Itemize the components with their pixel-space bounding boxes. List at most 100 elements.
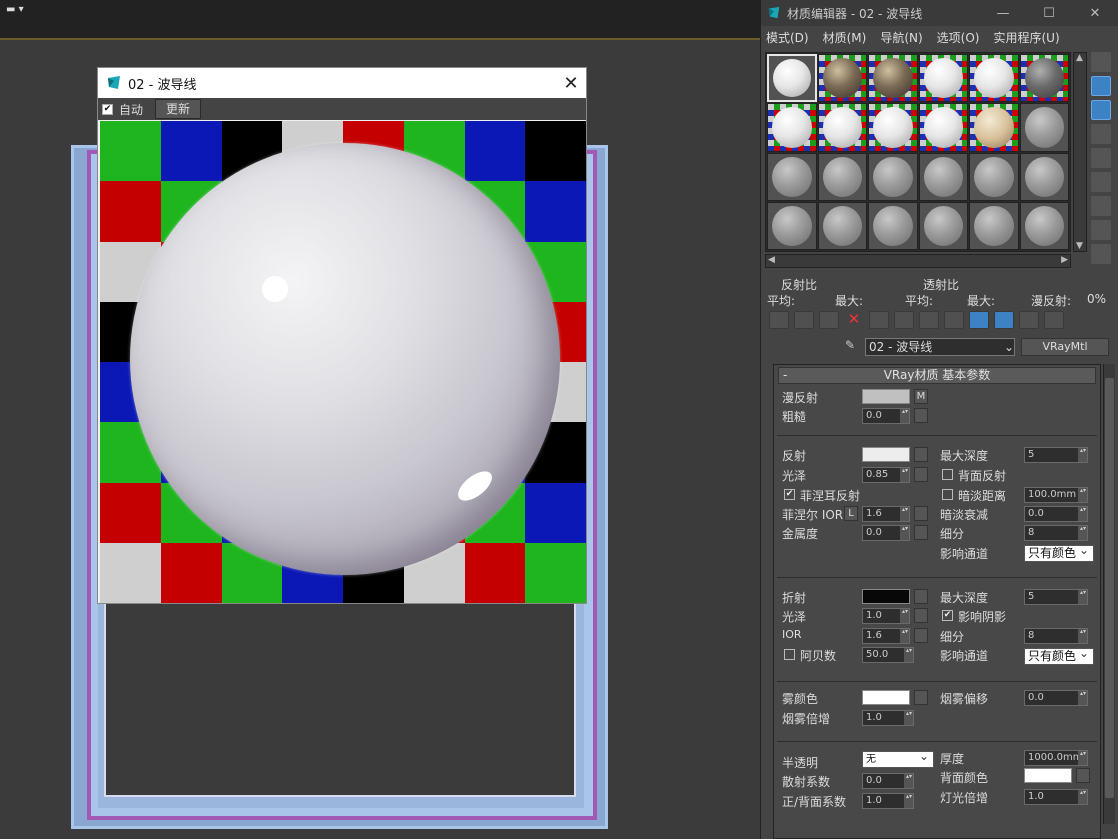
put-to-scene-icon[interactable] [794, 311, 814, 329]
background-checker-icon[interactable] [1091, 100, 1111, 120]
fresnel-checkbox[interactable]: ✔ [784, 489, 795, 500]
refraction-color-swatch[interactable] [862, 589, 910, 604]
sample-slot[interactable] [868, 54, 918, 103]
copy-material-icon[interactable] [869, 311, 889, 329]
fog-multiplier-spinner[interactable]: 1.0 [862, 710, 914, 726]
fog-color-swatch[interactable] [862, 690, 910, 705]
metalness-map-button[interactable] [914, 525, 928, 540]
sample-slot[interactable] [1019, 152, 1069, 201]
update-button[interactable]: 更新 [155, 99, 202, 119]
refract-gloss-spinner[interactable]: 1.0 [862, 608, 910, 624]
scroll-left-icon[interactable]: ◀ [768, 255, 775, 265]
sample-slot[interactable] [918, 201, 968, 250]
menu-mode[interactable]: 模式(D) [766, 29, 809, 46]
sample-type-icon[interactable] [1091, 52, 1111, 72]
refract-gloss-map-button[interactable] [914, 608, 928, 623]
back-color-swatch[interactable] [1024, 768, 1072, 783]
refract-max-depth-spinner[interactable]: 5 [1024, 589, 1088, 605]
translucency-select[interactable]: 无 [862, 749, 934, 768]
get-material-icon[interactable] [769, 311, 789, 329]
maximize-button[interactable]: ☐ [1026, 6, 1072, 21]
rollout-scroll-thumb[interactable] [1105, 378, 1114, 798]
sample-slot[interactable] [817, 103, 867, 152]
show-shaded-material-icon[interactable] [969, 311, 989, 329]
put-to-library-icon[interactable] [919, 311, 939, 329]
sample-slot[interactable] [918, 54, 968, 103]
editor-close-button[interactable]: ✕ [1072, 6, 1118, 21]
make-preview-icon[interactable] [1091, 172, 1111, 192]
sample-slot[interactable] [868, 201, 918, 250]
reflection-color-swatch[interactable] [862, 447, 910, 462]
sample-slot[interactable] [767, 103, 817, 152]
fog-bias-spinner[interactable]: 0.0 [1024, 690, 1088, 706]
auto-checkbox[interactable]: ✔ [102, 103, 113, 115]
reflect-gloss-map-button[interactable] [914, 467, 928, 482]
preview-close-button[interactable]: ✕ [556, 68, 586, 98]
slots-horizontal-scrollbar[interactable]: ◀ ▶ [765, 254, 1071, 268]
sample-slot[interactable] [817, 201, 867, 250]
affect-shadows-checkbox[interactable]: ✔ [942, 610, 953, 621]
ior-map-button[interactable] [914, 628, 928, 643]
sample-slot[interactable] [1019, 103, 1069, 152]
viewport-menu-icon[interactable]: ▬ ▾ [6, 4, 28, 16]
minimize-button[interactable]: — [980, 6, 1026, 21]
dim-falloff-spinner[interactable]: 0.0 [1024, 506, 1088, 522]
rollout-scrollbar[interactable] [1103, 364, 1115, 824]
sample-slot[interactable] [1019, 54, 1069, 103]
fresnel-ior-map-button[interactable] [914, 506, 928, 521]
sample-slot[interactable] [918, 103, 968, 152]
abbe-checkbox[interactable] [784, 649, 795, 660]
abbe-spinner[interactable]: 50.0 [862, 647, 914, 663]
diffuse-color-swatch[interactable] [862, 389, 910, 404]
assign-to-selection-icon[interactable] [819, 311, 839, 329]
ior-spinner[interactable]: 1.6 [862, 628, 910, 644]
slots-vertical-scrollbar[interactable]: ▲ ▼ [1073, 52, 1087, 252]
sample-slot[interactable] [767, 201, 817, 250]
menu-material[interactable]: 材质(M) [823, 29, 867, 46]
sample-slot[interactable] [969, 103, 1019, 152]
rollout-header[interactable]: - VRay材质 基本参数 [778, 367, 1096, 384]
material-navigator-icon[interactable] [1091, 244, 1111, 264]
refract-affect-channels-select[interactable]: 只有颜色 [1024, 646, 1094, 665]
sample-slot[interactable] [817, 54, 867, 103]
material-type-button[interactable]: VRayMtl [1021, 338, 1109, 356]
refraction-map-button[interactable] [914, 589, 928, 604]
reflect-affect-channels-select[interactable]: 只有颜色 [1024, 543, 1094, 562]
sample-slot[interactable] [767, 152, 817, 201]
metalness-spinner[interactable]: 0.0 [862, 525, 910, 541]
collapse-icon[interactable]: - [783, 368, 787, 383]
make-unique-icon[interactable] [894, 311, 914, 329]
reflect-max-depth-spinner[interactable]: 5 [1024, 447, 1088, 463]
options-icon[interactable] [1091, 196, 1111, 216]
light-multiplier-spinner[interactable]: 1.0 [1024, 789, 1088, 805]
back-color-map-button[interactable] [1076, 768, 1090, 783]
reset-map-icon[interactable]: ✕ [844, 311, 864, 329]
fwd-bck-coeff-spinner[interactable]: 1.0 [862, 793, 914, 809]
reflect-gloss-spinner[interactable]: 0.85 [862, 467, 910, 483]
menu-navigation[interactable]: 导航(N) [880, 29, 922, 46]
sample-slot[interactable] [1019, 201, 1069, 250]
scroll-up-icon[interactable]: ▲ [1076, 53, 1083, 63]
scroll-down-icon[interactable]: ▼ [1076, 241, 1083, 251]
sample-slot[interactable] [918, 152, 968, 201]
roughness-map-button[interactable] [914, 408, 928, 423]
fresnel-ior-spinner[interactable]: 1.6 [862, 506, 910, 522]
select-by-material-icon[interactable] [1091, 220, 1111, 240]
sample-slot[interactable] [868, 152, 918, 201]
menu-utilities[interactable]: 实用程序(U) [993, 29, 1059, 46]
dim-distance-spinner[interactable]: 100.0mm [1024, 487, 1088, 503]
material-id-channel-icon[interactable] [944, 311, 964, 329]
thickness-spinner[interactable]: 1000.0mm [1024, 750, 1088, 766]
sample-slot[interactable] [817, 152, 867, 201]
reflect-subdivs-spinner[interactable]: 8 [1024, 525, 1088, 541]
fresnel-ior-lock-button[interactable]: L [844, 506, 858, 521]
scroll-right-icon[interactable]: ▶ [1061, 255, 1068, 265]
show-end-result-icon[interactable] [994, 311, 1014, 329]
eyedropper-icon[interactable]: ✎ [841, 338, 859, 356]
menu-options[interactable]: 选项(O) [937, 29, 980, 46]
sample-slot[interactable] [969, 54, 1019, 103]
go-forward-sibling-icon[interactable] [1044, 311, 1064, 329]
scatter-coeff-spinner[interactable]: 0.0 [862, 773, 914, 789]
refract-subdivs-spinner[interactable]: 8 [1024, 628, 1088, 644]
fog-color-map-button[interactable] [914, 690, 928, 705]
